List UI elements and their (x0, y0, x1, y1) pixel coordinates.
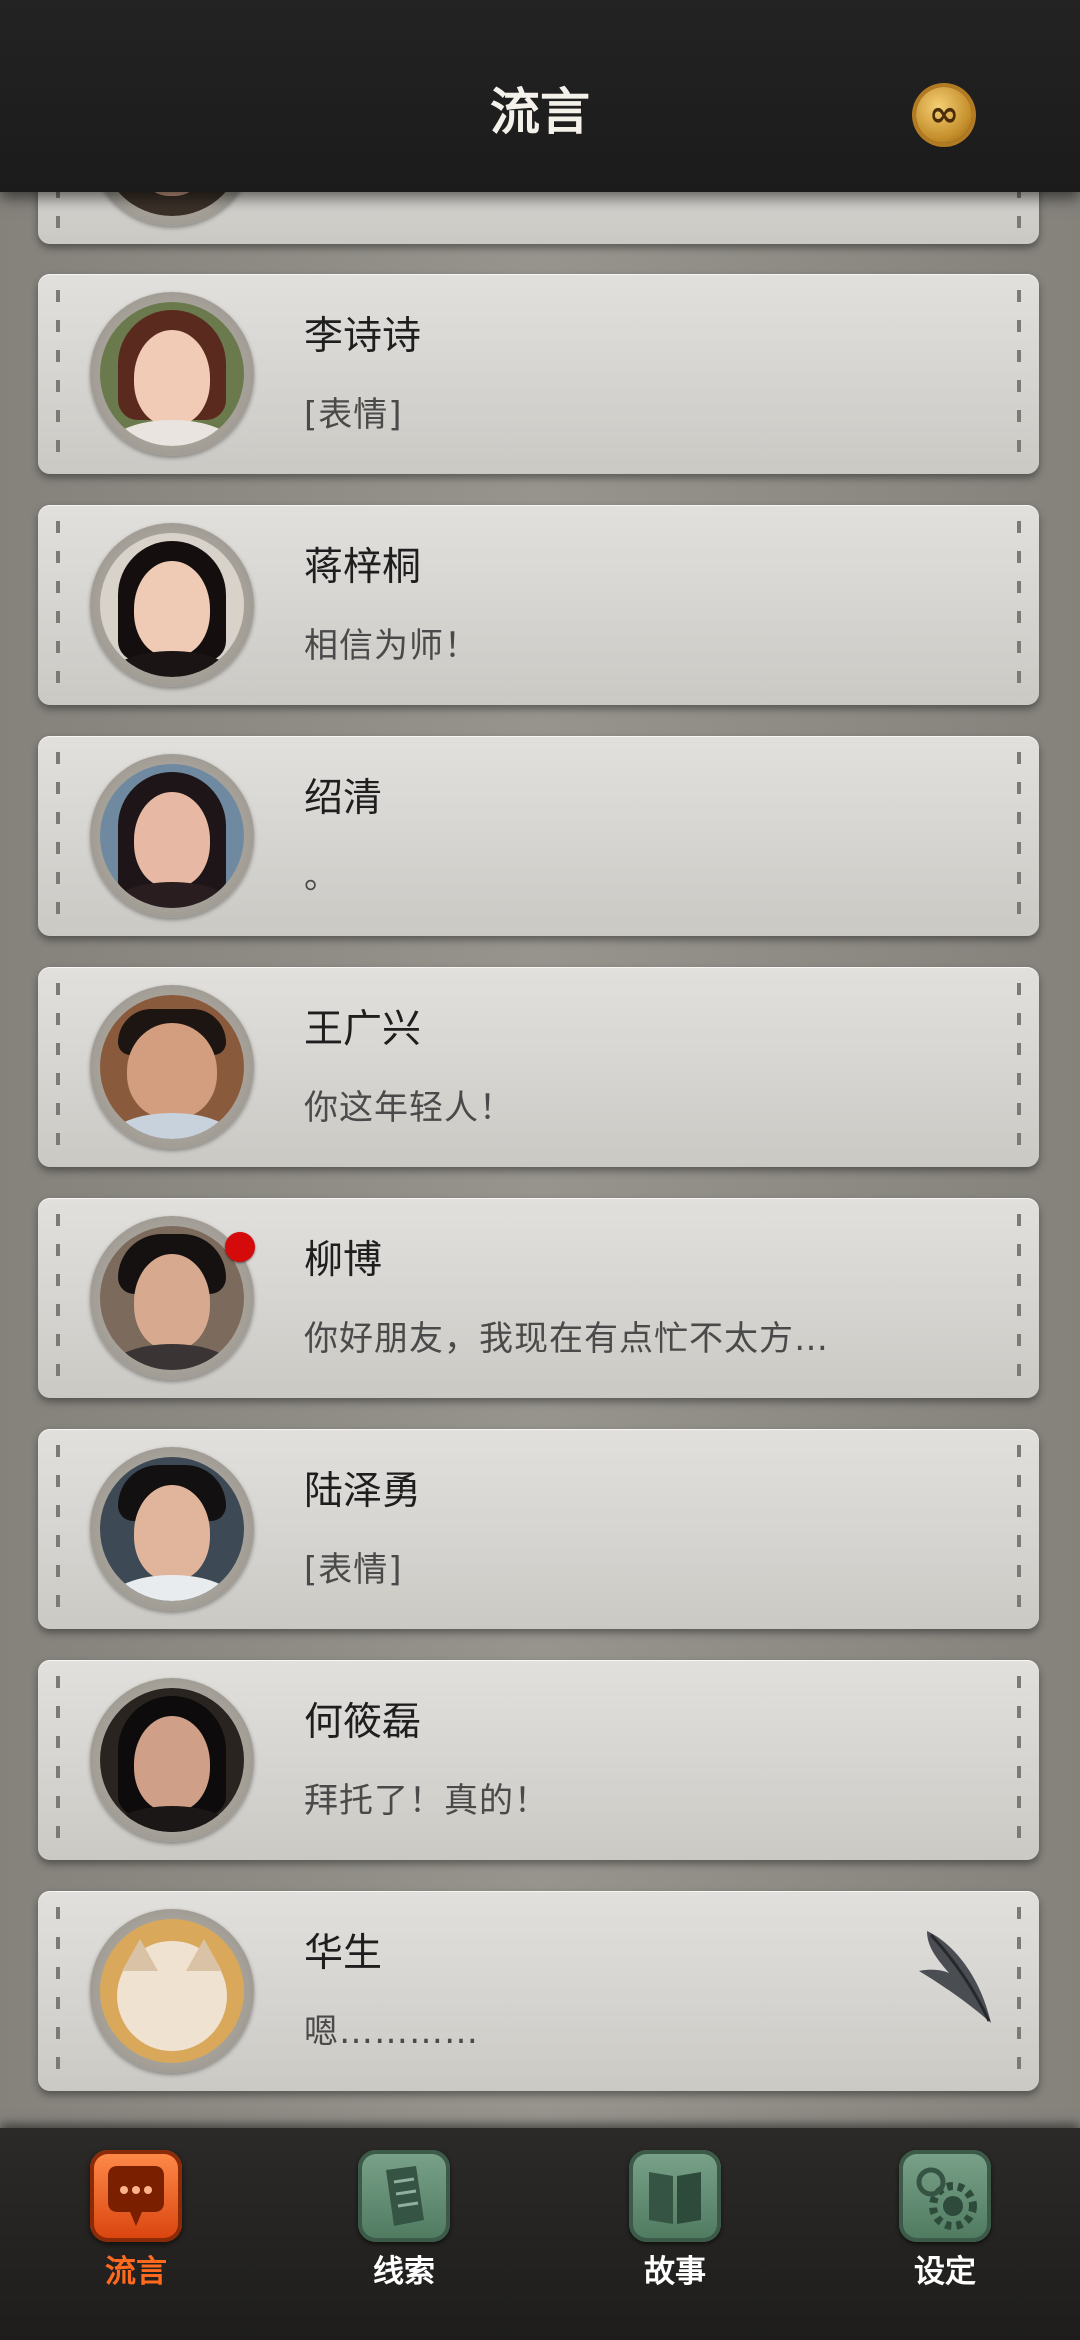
tab-label: 线索 (373, 2254, 435, 2290)
stitch-decoration (1017, 983, 1021, 1151)
contact-name: 柳博 (304, 1238, 383, 1283)
conversation-card[interactable]: 华生 嗯………… (38, 1891, 1039, 2091)
last-message: 拜托了！真的！ (304, 1781, 549, 1821)
tab-label: 故事 (644, 2254, 706, 2290)
contact-name: 何筱磊 (304, 1700, 422, 1745)
book-icon (629, 2150, 721, 2242)
tab-clues[interactable]: 线索 (334, 2150, 474, 2320)
avatar (90, 1447, 254, 1611)
stitch-decoration (56, 983, 60, 1151)
stitch-decoration (1017, 1907, 1021, 2075)
last-message: [表情] (304, 1550, 403, 1590)
conversation-card[interactable]: 蒋梓桐 相信为师！ (38, 505, 1039, 705)
last-message: 。 (304, 857, 339, 897)
avatar (90, 1909, 254, 2073)
stitch-decoration (56, 521, 60, 689)
contact-name: 绍清 (304, 776, 383, 821)
stitch-decoration (1017, 1214, 1021, 1382)
conversation-card[interactable]: 绍清 。 (38, 736, 1039, 936)
stitch-decoration (1017, 752, 1021, 920)
document-icon (358, 2150, 450, 2242)
tab-settings[interactable]: 设定 (875, 2150, 1015, 2320)
last-message: 你好朋友，我现在有点忙不太方… (304, 1319, 829, 1359)
last-message: 相信为师！ (304, 626, 479, 666)
stitch-decoration (56, 1445, 60, 1613)
avatar (90, 292, 254, 456)
stitch-decoration (1017, 1445, 1021, 1613)
avatar (90, 1678, 254, 1842)
conversation-card[interactable]: 何筱磊 拜托了！真的！ (38, 1660, 1039, 1860)
tab-label: 设定 (914, 2254, 976, 2290)
stitch-decoration (56, 1676, 60, 1844)
conversation-card[interactable]: 王广兴 你这年轻人！ (38, 967, 1039, 1167)
conversation-list[interactable]: 李诗诗 [表情] 蒋梓桐 相信为师！ 绍清 。 王广兴 你这年轻人！ 柳博 你好… (0, 0, 1080, 2128)
quill-feather-icon (919, 1931, 991, 2023)
contact-name: 蒋梓桐 (304, 545, 422, 590)
conversation-card[interactable]: 陆泽勇 [表情] (38, 1429, 1039, 1629)
contact-name: 华生 (304, 1931, 383, 1976)
stitch-decoration (1017, 1676, 1021, 1844)
top-bar: 流言 ∞ (0, 0, 1080, 192)
bottom-navigation: 流言 线索 故事 设定 (0, 2128, 1080, 2340)
tab-story[interactable]: 故事 (605, 2150, 745, 2320)
speech-bubble-icon (90, 2150, 182, 2242)
last-message: 你这年轻人！ (304, 1088, 514, 1128)
tab-label: 流言 (105, 2254, 167, 2290)
avatar (90, 754, 254, 918)
stitch-decoration (56, 290, 60, 458)
avatar (90, 1216, 255, 1380)
contact-name: 李诗诗 (304, 314, 422, 359)
stitch-decoration (1017, 521, 1021, 689)
avatar (90, 523, 254, 687)
last-message: 嗯………… (304, 2012, 479, 2052)
unread-indicator (225, 1232, 255, 1262)
conversation-card[interactable]: 柳博 你好朋友，我现在有点忙不太方… (38, 1198, 1039, 1398)
contact-name: 王广兴 (304, 1007, 422, 1052)
conversation-card[interactable]: 李诗诗 [表情] (38, 274, 1039, 474)
last-message: [表情] (304, 395, 403, 435)
tab-rumors[interactable]: 流言 (66, 2150, 206, 2320)
stitch-decoration (56, 1214, 60, 1382)
gear-icon (899, 2150, 991, 2242)
stitch-decoration (1017, 290, 1021, 458)
stitch-decoration (56, 752, 60, 920)
infinity-coin-icon[interactable]: ∞ (916, 87, 972, 143)
stitch-decoration (56, 1907, 60, 2075)
contact-name: 陆泽勇 (304, 1469, 422, 1514)
avatar (90, 985, 254, 1149)
